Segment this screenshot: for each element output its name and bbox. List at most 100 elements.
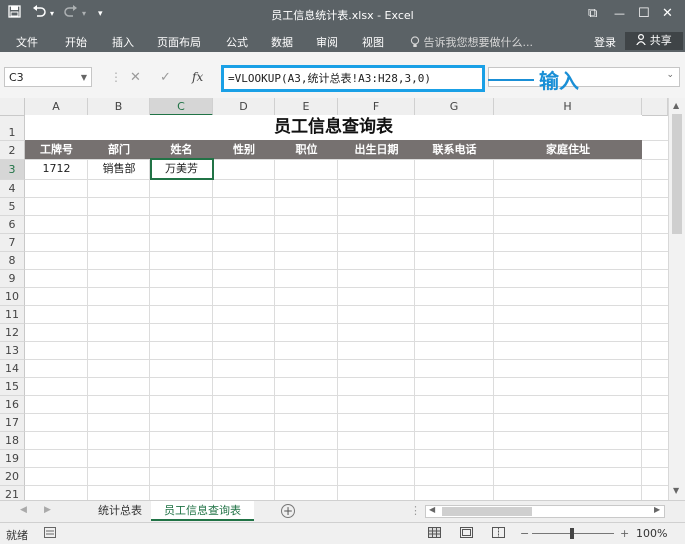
row-header-11[interactable]: 11: [0, 306, 25, 324]
column-header-h[interactable]: H: [494, 98, 642, 116]
insert-function-icon[interactable]: fx: [192, 70, 203, 84]
row-header-15[interactable]: 15: [0, 378, 25, 396]
vertical-scroll-thumb[interactable]: [672, 114, 682, 234]
row-header-9[interactable]: 9: [0, 270, 25, 288]
tell-me-text: 告诉我您想要做什么...: [423, 36, 534, 49]
row-header-7[interactable]: 7: [0, 234, 25, 252]
header-cell[interactable]: 联系电话: [415, 140, 494, 159]
tab-view[interactable]: 视图: [362, 34, 384, 50]
page-break-preview-icon[interactable]: [492, 527, 505, 541]
tab-home[interactable]: 开始: [65, 34, 87, 50]
row-gridline: [25, 431, 668, 432]
scroll-down-icon[interactable]: ▼: [673, 486, 679, 495]
name-box-value: C3: [9, 71, 24, 84]
formula-expand-box: ⌄: [488, 67, 680, 87]
row-header-5[interactable]: 5: [0, 198, 25, 216]
data-cell[interactable]: 1712: [25, 159, 88, 179]
row-header-3[interactable]: 3: [0, 160, 25, 180]
expand-formula-bar-icon[interactable]: ⌄: [666, 70, 674, 80]
row-gridline: [25, 305, 668, 306]
header-cell[interactable]: 出生日期: [338, 140, 415, 159]
tab-file[interactable]: 文件: [16, 34, 38, 50]
tab-review[interactable]: 审阅: [316, 34, 338, 50]
row-header-1[interactable]: 1: [0, 116, 25, 141]
tab-data[interactable]: 数据: [271, 34, 293, 50]
sheet-tab-query[interactable]: 员工信息查询表: [151, 501, 254, 521]
row-header-2[interactable]: 2: [0, 141, 25, 160]
sign-in-link[interactable]: 登录: [594, 34, 616, 50]
row-gridline: [25, 485, 668, 486]
row-gridline: [25, 359, 668, 360]
prev-sheet-icon[interactable]: ◀: [20, 505, 27, 515]
header-cell[interactable]: 姓名: [150, 140, 213, 159]
header-cell[interactable]: 工牌号: [25, 140, 88, 159]
header-cell[interactable]: 性别: [213, 140, 275, 159]
minimize-icon[interactable]: —: [614, 5, 625, 23]
column-header-b[interactable]: B: [88, 98, 150, 116]
title-bar: ▾ ▾ ▾ 员工信息统计表.xlsx - Excel ⧉ — ☐ ✕: [0, 0, 685, 30]
row-header-20[interactable]: 20: [0, 468, 25, 486]
row-header-6[interactable]: 6: [0, 216, 25, 234]
tab-page-layout[interactable]: 页面布局: [157, 34, 201, 50]
header-cell[interactable]: 家庭住址: [494, 140, 642, 159]
share-button[interactable]: 共享: [625, 32, 683, 50]
row-header-19[interactable]: 19: [0, 450, 25, 468]
column-header-blank: [642, 98, 668, 116]
row-header-12[interactable]: 12: [0, 324, 25, 342]
row-header-4[interactable]: 4: [0, 180, 25, 198]
zoom-slider-thumb[interactable]: [570, 528, 574, 539]
zoom-out-button[interactable]: −: [520, 527, 529, 540]
data-cell[interactable]: 销售部: [88, 159, 150, 179]
row-gridline: [25, 377, 668, 378]
enter-icon[interactable]: ✓: [160, 70, 171, 85]
zoom-level[interactable]: 100%: [636, 527, 667, 540]
chevron-down-icon[interactable]: ▼: [81, 68, 87, 88]
scroll-left-icon[interactable]: ◀: [429, 505, 435, 514]
vertical-scrollbar[interactable]: ▲ ▼: [668, 98, 685, 500]
row-gridline: [25, 341, 668, 342]
column-header-c[interactable]: C: [150, 98, 213, 116]
macro-record-icon[interactable]: [44, 527, 56, 541]
header-cell[interactable]: 部门: [88, 140, 150, 159]
name-box[interactable]: C3 ▼: [4, 67, 92, 87]
tab-insert[interactable]: 插入: [112, 34, 134, 50]
row-header-17[interactable]: 17: [0, 414, 25, 432]
horizontal-scrollbar[interactable]: ◀ ▶: [425, 505, 665, 518]
status-ready: 就绪: [6, 529, 28, 542]
zoom-in-button[interactable]: +: [620, 527, 629, 540]
ribbon-display-options-icon[interactable]: ⧉: [588, 5, 597, 23]
select-all-corner[interactable]: [0, 98, 25, 116]
sheet-title-cell[interactable]: 员工信息查询表: [25, 115, 642, 140]
column-header-d[interactable]: D: [213, 98, 275, 116]
next-sheet-icon[interactable]: ▶: [44, 505, 51, 515]
row-gridline: [25, 233, 668, 234]
row-gridline: [25, 449, 668, 450]
tell-me-search[interactable]: 告诉我您想要做什么...: [410, 34, 533, 50]
row-header-14[interactable]: 14: [0, 360, 25, 378]
row-header-18[interactable]: 18: [0, 432, 25, 450]
close-icon[interactable]: ✕: [662, 5, 673, 23]
row-header-10[interactable]: 10: [0, 288, 25, 306]
maximize-icon[interactable]: ☐: [638, 5, 650, 23]
formula-input[interactable]: =VLOOKUP(A3,统计总表!A3:H28,3,0): [221, 65, 485, 92]
column-header-e[interactable]: E: [275, 98, 338, 116]
tab-split-grip-icon[interactable]: ⋮: [410, 504, 421, 517]
header-cell[interactable]: 职位: [275, 140, 338, 159]
row-header-8[interactable]: 8: [0, 252, 25, 270]
row-header-21[interactable]: 21: [0, 486, 25, 500]
row-header-16[interactable]: 16: [0, 396, 25, 414]
normal-view-icon[interactable]: [428, 527, 441, 541]
scroll-up-icon[interactable]: ▲: [673, 101, 679, 110]
row-header-13[interactable]: 13: [0, 342, 25, 360]
tab-formulas[interactable]: 公式: [226, 34, 248, 50]
row-gridline: [25, 251, 668, 252]
sheet-tab-summary[interactable]: 统计总表: [90, 501, 150, 521]
cancel-icon[interactable]: ✕: [130, 70, 141, 85]
add-sheet-icon[interactable]: +: [281, 504, 295, 518]
horizontal-scroll-thumb[interactable]: [442, 507, 532, 516]
column-header-f[interactable]: F: [338, 98, 415, 116]
scroll-right-icon[interactable]: ▶: [654, 505, 660, 514]
page-layout-view-icon[interactable]: [460, 527, 473, 541]
column-header-g[interactable]: G: [415, 98, 494, 116]
column-header-a[interactable]: A: [25, 98, 88, 116]
